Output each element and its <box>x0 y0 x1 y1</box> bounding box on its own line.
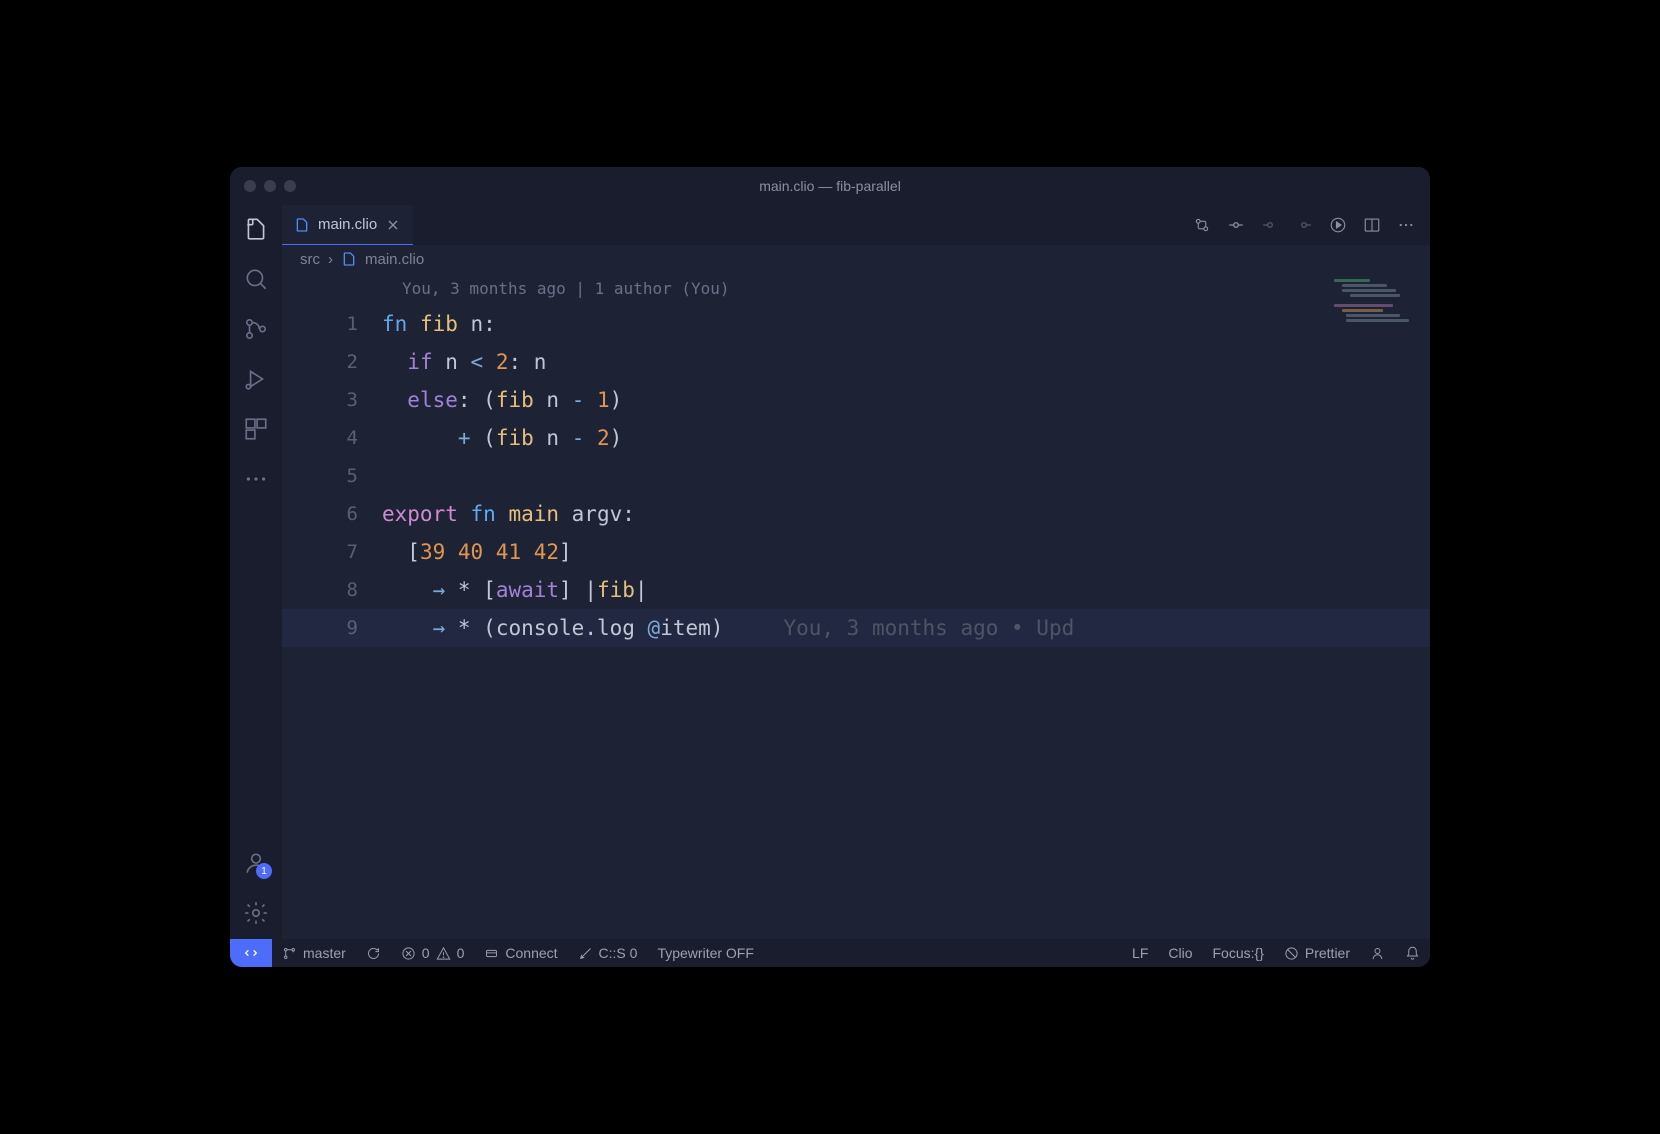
breadcrumb-folder: src <box>300 251 320 268</box>
window-title: main.clio — fib-parallel <box>759 178 901 194</box>
focus-label: Focus:{} <box>1213 945 1264 961</box>
run-icon[interactable] <box>1328 215 1348 235</box>
compare-changes-icon[interactable] <box>1192 215 1212 235</box>
language-label: Clio <box>1168 945 1192 961</box>
line-number: 6 <box>282 495 382 533</box>
line-number: 7 <box>282 533 382 571</box>
error-count: 0 <box>422 945 430 961</box>
status-bar: master 0 0 Connect C::S 0 Typewriter OFF… <box>230 939 1430 967</box>
activity-bar: 1 <box>230 205 282 939</box>
git-blame-annotation: You, 3 months ago • Upd <box>783 609 1074 647</box>
file-icon <box>294 217 310 233</box>
line-number: 1 <box>282 305 382 343</box>
csso-button[interactable]: C::S 0 <box>568 939 648 967</box>
code-line[interactable]: 1fn fib n: <box>282 305 1430 343</box>
close-window-button[interactable] <box>244 180 256 192</box>
connect-label: Connect <box>505 945 557 961</box>
branch-button[interactable]: master <box>272 939 356 967</box>
focus-button[interactable]: Focus:{} <box>1203 939 1274 967</box>
tab-label: main.clio <box>318 216 377 233</box>
maximize-window-button[interactable] <box>284 180 296 192</box>
code-content: + (fib n - 2) <box>382 419 622 457</box>
more-actions-icon[interactable] <box>1396 215 1416 235</box>
accounts-badge: 1 <box>256 863 272 879</box>
code-content: [39 40 41 42] <box>382 533 572 571</box>
connect-button[interactable]: Connect <box>474 939 567 967</box>
editor-wrap: You, 3 months ago | 1 author (You) 1fn f… <box>282 273 1430 939</box>
search-icon[interactable] <box>242 265 270 293</box>
eol-label: LF <box>1132 945 1148 961</box>
typewriter-button[interactable]: Typewriter OFF <box>647 939 763 967</box>
titlebar: main.clio — fib-parallel <box>230 167 1430 205</box>
git-commit-icon[interactable] <box>1226 215 1246 235</box>
code-content: → * [await] |fib| <box>382 571 648 609</box>
next-commit-icon[interactable] <box>1294 215 1314 235</box>
code-line[interactable]: 5 <box>282 457 1430 495</box>
code-line[interactable]: 6export fn main argv: <box>282 495 1430 533</box>
code-line[interactable]: 3 else: (fib n - 1) <box>282 381 1430 419</box>
eol-button[interactable]: LF <box>1122 939 1158 967</box>
code-content: export fn main argv: <box>382 495 635 533</box>
language-button[interactable]: Clio <box>1158 939 1202 967</box>
accounts-icon[interactable]: 1 <box>242 849 270 877</box>
split-editor-icon[interactable] <box>1362 215 1382 235</box>
line-number: 2 <box>282 343 382 381</box>
typewriter-label: Typewriter OFF <box>657 945 753 961</box>
more-icon[interactable] <box>242 465 270 493</box>
explorer-icon[interactable] <box>242 215 270 243</box>
code-line[interactable]: 4 + (fib n - 2) <box>282 419 1430 457</box>
code-line[interactable]: 8 → * [await] |fib| <box>282 571 1430 609</box>
chevron-right-icon: › <box>328 251 333 268</box>
code-content: → * (console.log @item) <box>382 609 723 647</box>
code-line[interactable]: 9 → * (console.log @item) You, 3 months a… <box>282 609 1430 647</box>
extensions-icon[interactable] <box>242 415 270 443</box>
code-line[interactable]: 7 [39 40 41 42] <box>282 533 1430 571</box>
codelens[interactable]: You, 3 months ago | 1 author (You) <box>282 273 1430 305</box>
vscode-window: main.clio — fib-parallel <box>230 167 1430 967</box>
file-icon <box>341 251 357 267</box>
code-editor[interactable]: You, 3 months ago | 1 author (You) 1fn f… <box>282 273 1430 939</box>
breadcrumb-file: main.clio <box>365 251 424 268</box>
feedback-icon[interactable] <box>1360 939 1395 967</box>
main-area: 1 main.clio <box>230 205 1430 939</box>
csso-label: C::S 0 <box>599 945 638 961</box>
warning-count: 0 <box>457 945 465 961</box>
settings-gear-icon[interactable] <box>242 899 270 927</box>
line-number: 5 <box>282 457 382 495</box>
branch-name: master <box>303 945 346 961</box>
minimize-window-button[interactable] <box>264 180 276 192</box>
code-content: fn fib n: <box>382 305 496 343</box>
line-number: 9 <box>282 609 382 647</box>
close-icon[interactable] <box>385 217 401 233</box>
prettier-label: Prettier <box>1305 945 1350 961</box>
minimap[interactable] <box>1334 279 1424 339</box>
editor-region: main.clio src › main.clio <box>282 205 1430 939</box>
tabs-bar: main.clio <box>282 205 1430 245</box>
code-line[interactable]: 2 if n < 2: n <box>282 343 1430 381</box>
breadcrumb[interactable]: src › main.clio <box>282 245 1430 273</box>
line-number: 8 <box>282 571 382 609</box>
problems-button[interactable]: 0 0 <box>391 939 475 967</box>
previous-commit-icon[interactable] <box>1260 215 1280 235</box>
line-number: 4 <box>282 419 382 457</box>
prettier-button[interactable]: Prettier <box>1274 939 1360 967</box>
run-debug-icon[interactable] <box>242 365 270 393</box>
source-control-icon[interactable] <box>242 315 270 343</box>
notifications-icon[interactable] <box>1395 939 1430 967</box>
tab-main-clio[interactable]: main.clio <box>282 205 413 245</box>
line-number: 3 <box>282 381 382 419</box>
traffic-lights <box>244 180 296 192</box>
sync-button[interactable] <box>356 939 391 967</box>
editor-actions <box>1192 205 1430 245</box>
code-content: if n < 2: n <box>382 343 546 381</box>
remote-button[interactable] <box>230 939 272 967</box>
code-content: else: (fib n - 1) <box>382 381 622 419</box>
